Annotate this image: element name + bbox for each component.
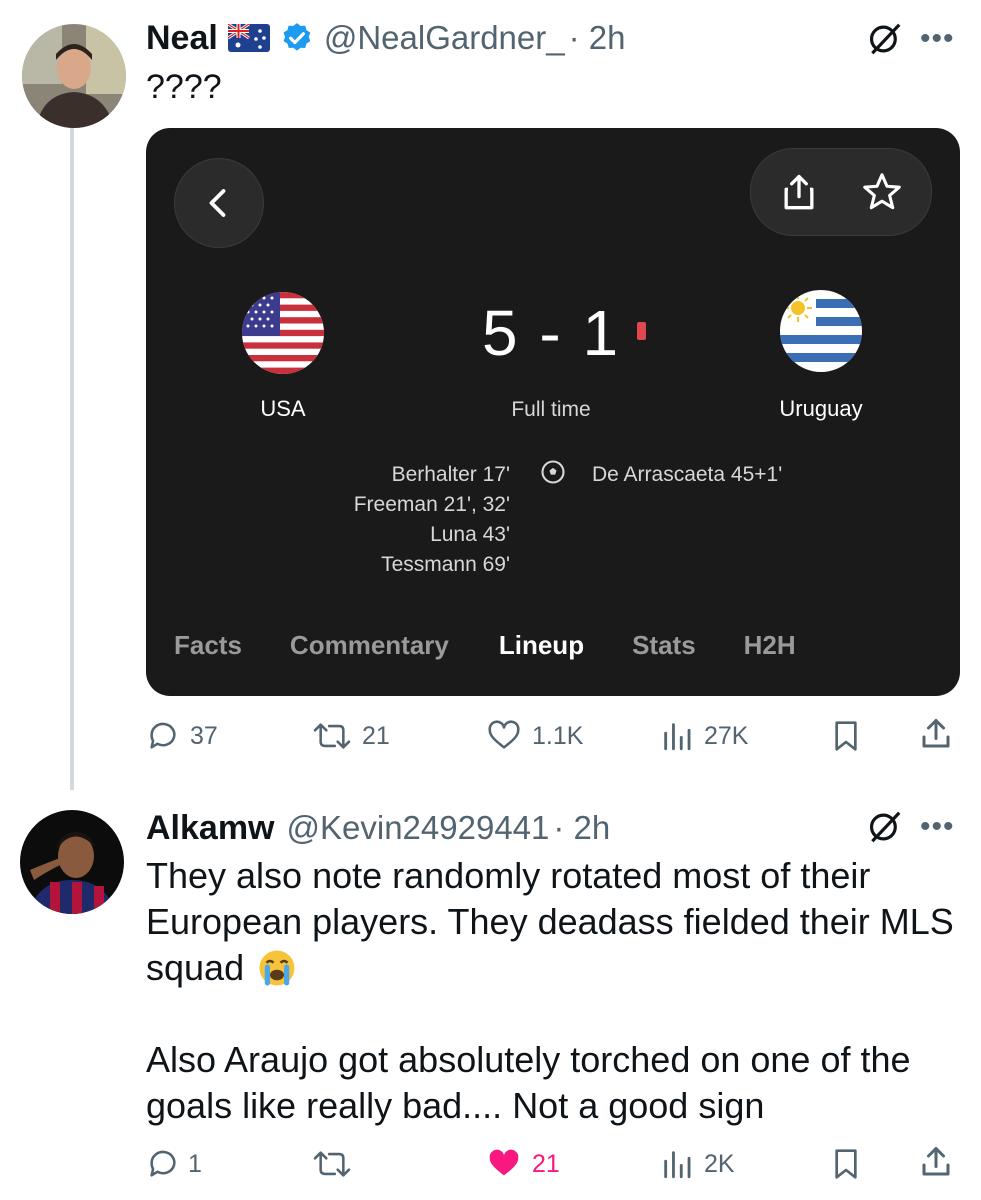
home-team-name: USA [260,396,306,421]
bookmark-button[interactable] [830,1146,862,1187]
soccer-ball-icon [541,460,565,484]
tab-facts: Facts [174,630,242,660]
share-icon [784,174,814,210]
australia-flag-icon [226,22,270,52]
tweet-header: Neal @NealGardner_ · 2h [146,16,625,60]
views-chart-icon [664,723,691,751]
tweet-text-line-group: squad [146,945,966,991]
share-icon [922,1147,950,1176]
heart-icon [488,720,520,749]
repost-button[interactable] [312,1144,362,1184]
views-count: 2K [704,1149,735,1178]
tweet-text: They also note randomly rotated most of … [146,853,966,1129]
home-scorer: Berhalter 17' [391,463,510,486]
like-button[interactable]: 21 [486,1144,560,1184]
away-scorer: De Arrascaeta 45+1' [592,463,783,486]
card-actions-pill [750,148,932,236]
tab-lineup: Lineup [498,630,585,660]
bookmark-icon [835,1149,857,1179]
share-button[interactable] [918,1144,954,1185]
match-status: Full time [511,398,591,421]
tab-h2h: H2H [743,630,796,660]
views-button[interactable]: 27K [660,716,748,756]
author-name[interactable]: Alkamw [146,809,275,848]
tweet-text-line: They also note randomly rotated most of … [146,855,871,896]
repost-button[interactable]: 21 [312,716,390,756]
loudly-crying-face-icon [259,950,295,986]
tweet-time[interactable]: · 2h [569,19,626,57]
more-options-icon[interactable]: ••• [920,810,955,844]
home-scorer: Freeman 21', 32' [353,493,510,516]
views-count: 27K [704,721,749,750]
card-tabs: Facts Commentary Lineup Stats H2H [174,630,796,664]
match-card-image[interactable]: USA 5 - 1 Full time Uruguay Berhalter 17… [146,128,960,696]
away-scorers: De Arrascaeta 45+1' [592,460,782,490]
reply-icon [150,1150,176,1177]
more-options-icon[interactable]: ••• [920,22,955,56]
author-name[interactable]: Neal [146,19,218,58]
tweet-text: ???? [146,68,222,106]
author-handle[interactable]: @NealGardner_ [324,19,565,57]
thread-line [70,128,74,790]
uruguay-flag-icon [780,290,862,372]
bookmark-icon [835,721,857,751]
reply-icon [150,722,176,749]
tab-commentary: Commentary [289,630,449,660]
author-handle[interactable]: @Kevin24929441 [287,809,550,847]
reply-button[interactable]: 1 [146,1144,202,1184]
reply-count: 37 [190,721,218,750]
tweet-text-line: European players. They deadass fielded t… [146,901,954,942]
reply-count: 1 [188,1149,202,1178]
verified-badge-icon [280,21,314,55]
home-scorer: Luna 43' [430,523,510,546]
tweet-text-line: Also Araujo got absolutely torched on on… [146,1039,911,1080]
home-scorers: Berhalter 17' Freeman 21', 32' Luna 43' … [286,460,510,580]
tweet-header: Alkamw @Kevin24929441 · 2h [146,806,610,850]
tab-stats: Stats [632,630,696,660]
like-button[interactable]: 1.1K [486,716,583,756]
star-icon [863,173,901,210]
heart-filled-icon [489,1149,519,1176]
repost-count: 21 [362,721,390,750]
tweet-text-line: goals like really bad.... Not a good sig… [146,1085,765,1126]
red-card-icon [637,322,646,340]
grok-icon[interactable] [866,20,904,63]
avatar[interactable] [20,810,124,914]
home-scorer: Tessmann 69' [381,553,510,576]
back-button [174,158,264,248]
avatar[interactable] [22,24,126,128]
tweet-time[interactable]: · 2h [553,809,610,847]
grok-icon[interactable] [866,808,904,851]
usa-flag-icon [242,292,324,374]
like-count: 21 [532,1149,560,1178]
repost-icon [313,723,351,749]
tweet-text-line: squad [146,947,245,988]
like-count: 1.1K [532,721,584,750]
bookmark-button[interactable] [830,718,862,759]
share-icon [922,719,950,748]
away-team-name: Uruguay [779,396,863,421]
views-button[interactable]: 2K [660,1144,735,1184]
repost-icon [313,1151,351,1177]
share-button[interactable] [918,716,954,757]
views-chart-icon [664,1151,691,1179]
reply-button[interactable]: 37 [146,716,218,756]
